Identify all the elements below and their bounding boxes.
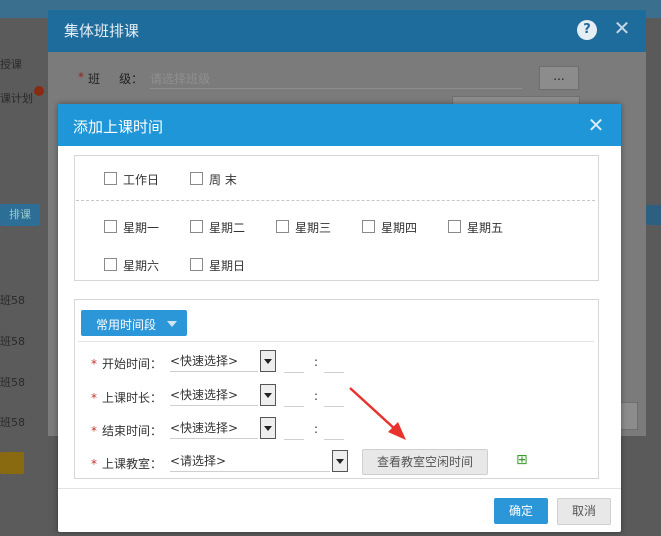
confirm-button[interactable]: 确定 bbox=[494, 498, 548, 524]
checkbox-tuesday[interactable] bbox=[190, 220, 203, 233]
end-select[interactable]: <快速选择> bbox=[170, 418, 258, 439]
inner-close-icon[interactable]: ✕ bbox=[584, 113, 608, 137]
start-dropdown-icon[interactable] bbox=[260, 350, 276, 372]
bg-nav-1: 授课 bbox=[0, 58, 22, 71]
label-tuesday: 星期二 bbox=[209, 221, 246, 235]
bg-row-2: 班58 bbox=[0, 335, 25, 348]
room-required-icon: * bbox=[91, 457, 97, 471]
label-weekend: 周 末 bbox=[209, 173, 237, 187]
room-label: 上课教室： bbox=[102, 457, 163, 471]
checkbox-sunday[interactable] bbox=[190, 258, 203, 271]
end-label: 结束时间： bbox=[102, 424, 163, 438]
duration-required-icon: * bbox=[91, 391, 97, 405]
duration-select[interactable]: <快速选择> bbox=[170, 385, 258, 406]
bg-row-1: 班58 bbox=[0, 294, 25, 307]
time-divider bbox=[78, 341, 594, 342]
bg-orange-button bbox=[0, 452, 24, 474]
checkbox-workday[interactable] bbox=[104, 172, 117, 185]
bg-row-3: 班58 bbox=[0, 376, 25, 389]
common-time-label: 常用时间段 bbox=[96, 318, 157, 332]
bg-right-button bbox=[646, 205, 661, 225]
class-label: 班 级： bbox=[88, 72, 144, 86]
end-hour-input[interactable] bbox=[284, 439, 304, 440]
label-workday: 工作日 bbox=[123, 173, 160, 187]
add-icon[interactable]: ⊞ bbox=[516, 452, 528, 468]
end-dropdown-icon[interactable] bbox=[260, 417, 276, 439]
label-friday: 星期五 bbox=[467, 221, 504, 235]
label-saturday: 星期六 bbox=[123, 259, 160, 273]
days-divider bbox=[76, 200, 595, 201]
class-required-icon: * bbox=[78, 70, 84, 84]
check-room-free-button[interactable]: 查看教室空闲时间 bbox=[362, 449, 488, 475]
end-required-icon: * bbox=[91, 424, 97, 438]
label-wednesday: 星期三 bbox=[295, 221, 332, 235]
start-label: 开始时间： bbox=[102, 357, 163, 371]
start-colon: : bbox=[314, 355, 319, 369]
cancel-button[interactable]: 取消 bbox=[557, 498, 611, 525]
room-dropdown-icon[interactable] bbox=[332, 450, 348, 472]
bg-nav-2: 课计划 bbox=[0, 92, 33, 105]
outer-close-icon[interactable]: ✕ bbox=[610, 16, 634, 40]
room-select[interactable]: <请选择> bbox=[170, 451, 330, 472]
checkbox-monday[interactable] bbox=[104, 220, 117, 233]
duration-dropdown-icon[interactable] bbox=[260, 384, 276, 406]
bg-badge-icon bbox=[34, 86, 44, 96]
arrow-annotation-icon bbox=[349, 387, 406, 440]
start-minute-input[interactable] bbox=[324, 372, 344, 373]
start-hour-input[interactable] bbox=[284, 372, 304, 373]
bg-row-4: 班58 bbox=[0, 416, 25, 429]
checkbox-saturday[interactable] bbox=[104, 258, 117, 271]
checkbox-weekend[interactable] bbox=[190, 172, 203, 185]
outer-dialog-title: 集体班排课 bbox=[64, 22, 140, 40]
duration-hour-input[interactable] bbox=[284, 406, 304, 407]
common-time-button[interactable]: 常用时间段 bbox=[81, 310, 187, 336]
label-monday: 星期一 bbox=[123, 221, 160, 235]
inner-dialog-title: 添加上课时间 bbox=[73, 118, 164, 136]
label-thursday: 星期四 bbox=[381, 221, 418, 235]
duration-label: 上课时长： bbox=[102, 391, 163, 405]
bg-schedule-button: 排课 bbox=[0, 204, 40, 226]
inner-footer-divider bbox=[58, 488, 621, 489]
checkbox-thursday[interactable] bbox=[362, 220, 375, 233]
start-required-icon: * bbox=[91, 357, 97, 371]
checkbox-friday[interactable] bbox=[448, 220, 461, 233]
class-input[interactable]: 请选择班级 bbox=[150, 70, 522, 89]
class-browse-button[interactable]: ... bbox=[539, 66, 579, 90]
end-colon: : bbox=[314, 422, 319, 436]
chevron-down-icon bbox=[167, 321, 177, 327]
help-icon[interactable]: ? bbox=[577, 20, 597, 40]
start-select[interactable]: <快速选择> bbox=[170, 351, 258, 372]
checkbox-wednesday[interactable] bbox=[276, 220, 289, 233]
label-sunday: 星期日 bbox=[209, 259, 246, 273]
duration-colon: : bbox=[314, 389, 319, 403]
